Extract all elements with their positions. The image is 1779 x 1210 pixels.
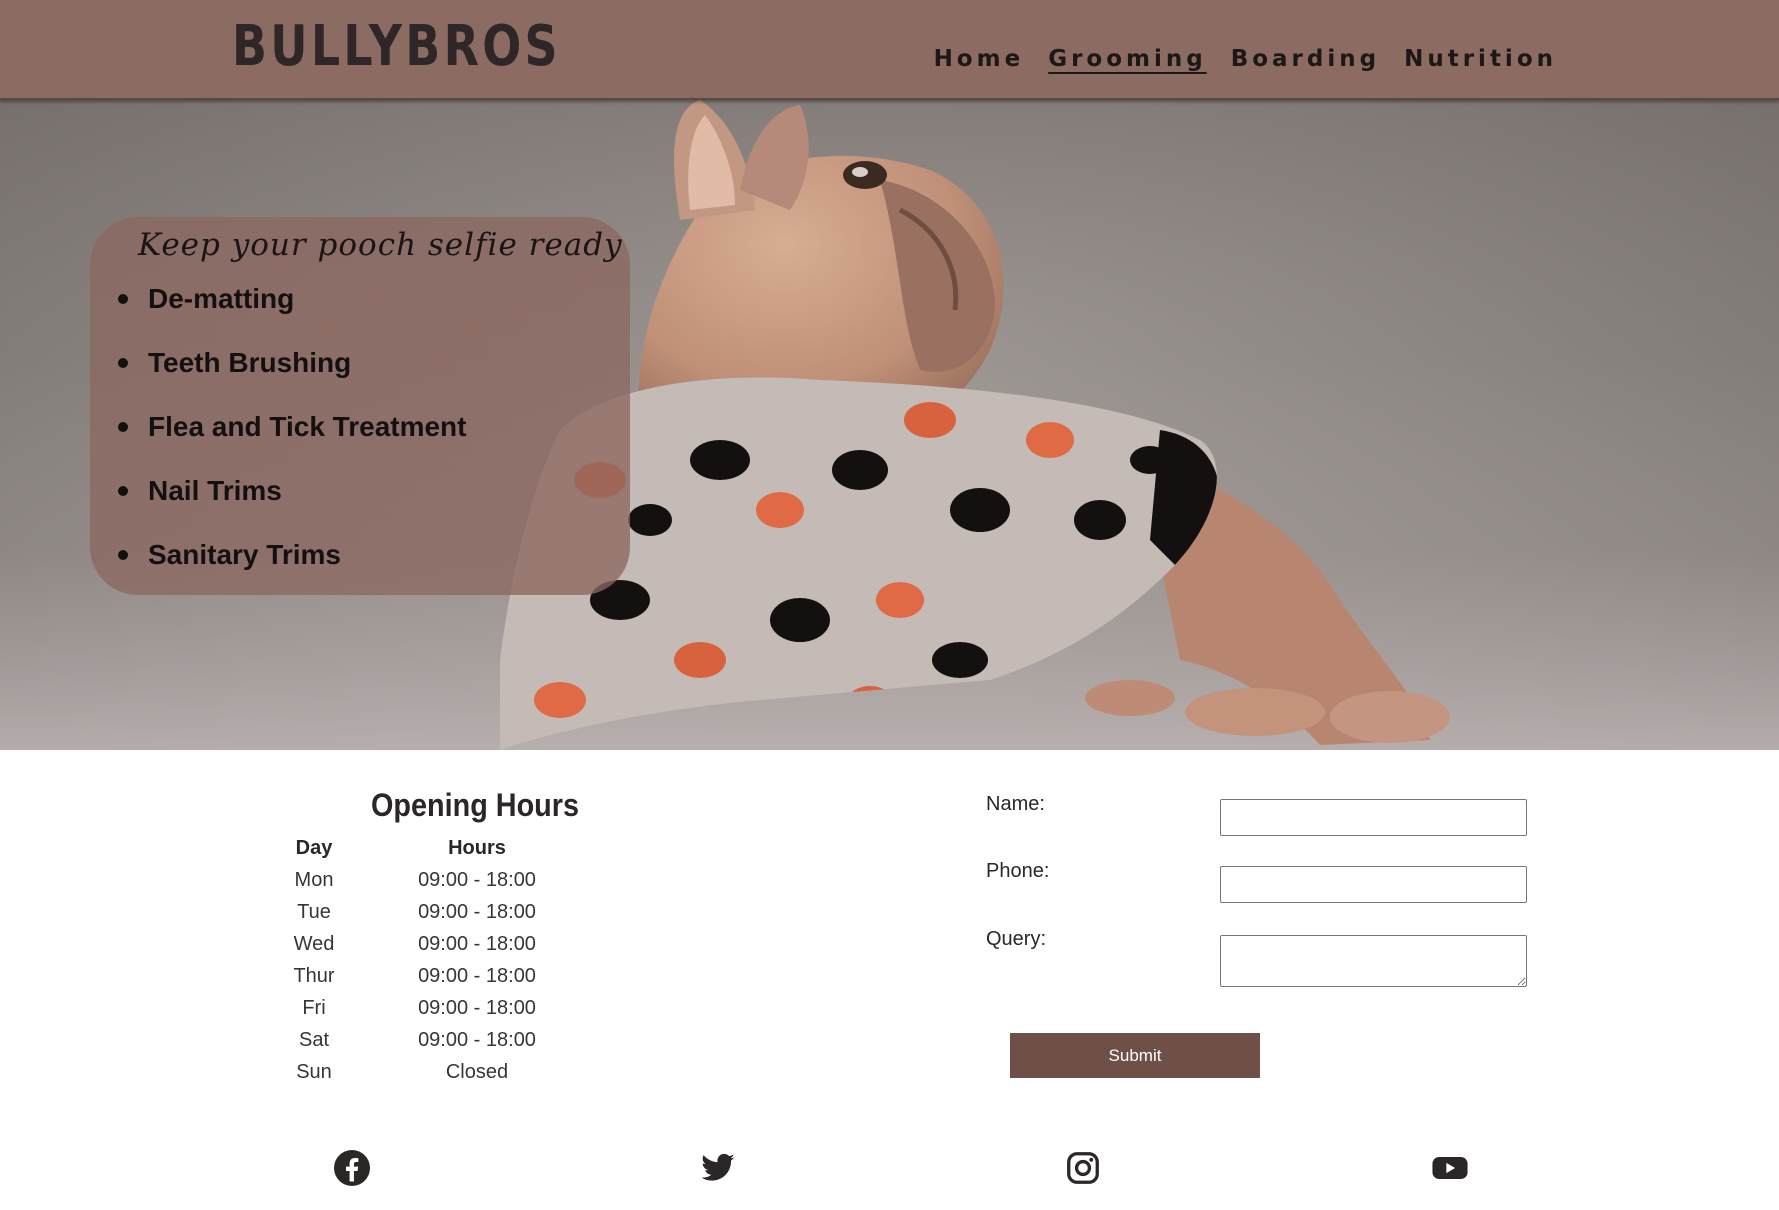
service-item: Flea and Tick Treatment — [118, 409, 467, 473]
hours-cell: 09:00 - 18:00 — [418, 868, 536, 891]
nav-home[interactable]: Home — [934, 46, 1025, 72]
table-row: Tue 09:00 - 18:00 — [260, 896, 586, 928]
day-cell: Thur — [293, 964, 335, 987]
service-label: Flea and Tick Treatment — [148, 411, 467, 442]
opening-hours-title: Opening Hours — [370, 787, 579, 823]
hero-banner: Keep your pooch selfie ready De-matting … — [0, 100, 1779, 750]
hours-cell: 09:00 - 18:00 — [418, 964, 536, 987]
day-cell: Mon — [294, 868, 334, 891]
service-label: Teeth Brushing — [148, 347, 352, 378]
day-cell: Sun — [296, 1060, 332, 1083]
twitter-icon[interactable] — [700, 1150, 736, 1186]
table-row: Wed 09:00 - 18:00 — [260, 928, 586, 960]
service-item: Nail Trims — [118, 473, 467, 537]
phone-input[interactable] — [1220, 866, 1527, 903]
nav-boarding[interactable]: Boarding — [1231, 46, 1380, 72]
hours-cell: 09:00 - 18:00 — [418, 932, 536, 955]
bullet-icon — [118, 294, 128, 304]
site-logo[interactable]: BULLYBROS — [232, 14, 561, 79]
table-row: Sat 09:00 - 18:00 — [260, 1024, 586, 1056]
hero-tagline: Keep your pooch selfie ready — [138, 227, 623, 263]
bullet-icon — [118, 422, 128, 432]
service-label: Sanitary Trims — [148, 539, 341, 570]
nav-grooming[interactable]: Grooming — [1048, 46, 1207, 72]
name-label: Name: — [986, 793, 1045, 815]
table-header-row: Day Hours — [260, 832, 586, 864]
main-nav: Home Grooming Boarding Nutrition — [934, 46, 1557, 72]
day-cell: Tue — [297, 900, 331, 923]
day-cell: Fri — [302, 996, 326, 1019]
hours-cell: 09:00 - 18:00 — [418, 996, 536, 1019]
site-header: BULLYBROS Home Grooming Boarding Nutriti… — [0, 0, 1779, 100]
column-header-hours: Hours — [448, 836, 506, 859]
services-list: De-matting Teeth Brushing Flea and Tick … — [118, 281, 467, 601]
service-label: De-matting — [148, 283, 295, 314]
hours-cell: 09:00 - 18:00 — [418, 900, 536, 923]
table-row: Mon 09:00 - 18:00 — [260, 864, 586, 896]
day-cell: Wed — [293, 932, 335, 955]
service-label: Nail Trims — [148, 475, 282, 506]
day-cell: Sat — [298, 1028, 330, 1051]
table-row: Thur 09:00 - 18:00 — [260, 960, 586, 992]
service-item: De-matting — [118, 281, 467, 345]
query-label: Query: — [986, 928, 1047, 950]
service-item: Sanitary Trims — [118, 537, 467, 601]
facebook-icon[interactable] — [334, 1150, 370, 1186]
column-header-day: Day — [295, 836, 333, 859]
instagram-icon[interactable] — [1065, 1150, 1101, 1186]
table-row: Sun Closed — [260, 1056, 586, 1088]
table-row: Fri 09:00 - 18:00 — [260, 992, 586, 1024]
bullet-icon — [118, 358, 128, 368]
service-item: Teeth Brushing — [118, 345, 467, 409]
bullet-icon — [118, 550, 128, 560]
youtube-icon[interactable] — [1431, 1150, 1469, 1186]
services-panel: Keep your pooch selfie ready De-matting … — [90, 217, 630, 595]
submit-button[interactable]: Submit — [1010, 1033, 1260, 1078]
hours-cell: 09:00 - 18:00 — [418, 1028, 536, 1051]
name-input[interactable] — [1220, 799, 1527, 836]
nav-nutrition[interactable]: Nutrition — [1404, 46, 1557, 72]
query-textarea[interactable] — [1220, 935, 1527, 987]
hours-cell: Closed — [445, 1060, 509, 1083]
bullet-icon — [118, 486, 128, 496]
opening-hours-table: Day Hours Mon 09:00 - 18:00 Tue 09:00 - … — [260, 832, 586, 1088]
phone-label: Phone: — [986, 860, 1050, 882]
